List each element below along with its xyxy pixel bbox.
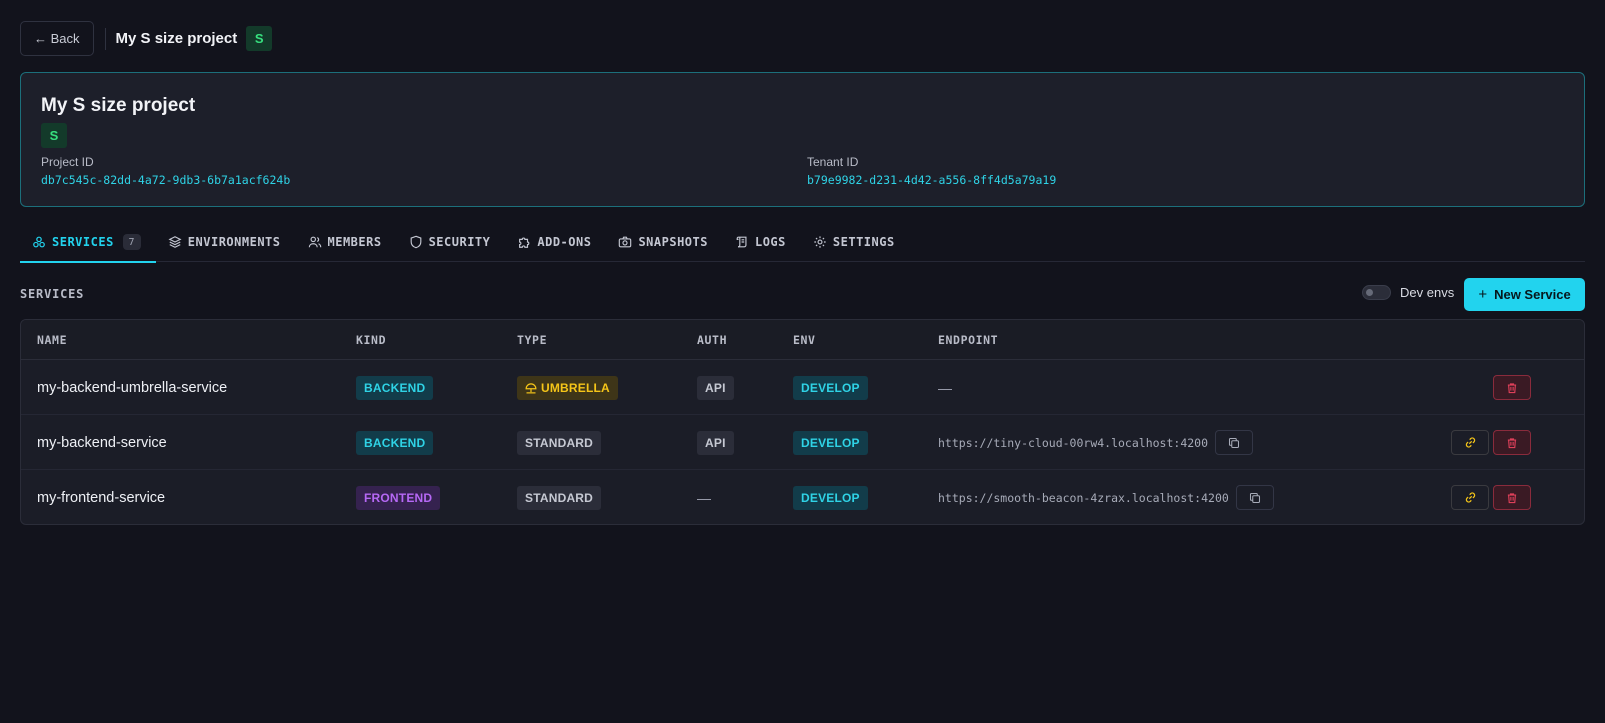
tab-label: LOGS bbox=[754, 235, 786, 249]
tab-services[interactable]: SERVICES 7 bbox=[20, 222, 156, 263]
endpoint-url[interactable]: https://tiny-cloud-00rw4.localhost:4200 bbox=[938, 436, 1208, 450]
tenant-id-block: Tenant ID b79e9982-d231-4d42-a556-8ff4d5… bbox=[807, 155, 1056, 187]
column-header-kind: KIND bbox=[356, 333, 387, 347]
open-link-button[interactable] bbox=[1451, 485, 1489, 510]
auth-badge: API bbox=[697, 375, 734, 400]
project-size-badge: S bbox=[41, 123, 67, 148]
tab-label: ADD-ONS bbox=[537, 235, 592, 249]
env-badge: DEVELOP bbox=[793, 485, 868, 510]
type-badge: UMBRELLA bbox=[517, 375, 618, 400]
dev-envs-toggle[interactable]: Dev envs bbox=[1362, 285, 1454, 300]
column-header-env: ENV bbox=[793, 333, 816, 347]
tab-label: SETTINGS bbox=[832, 235, 895, 249]
tab-add-ons[interactable]: ADD-ONS bbox=[505, 222, 606, 262]
umbrella-icon bbox=[525, 382, 537, 393]
toggle-switch[interactable] bbox=[1362, 285, 1391, 300]
tab-snapshots[interactable]: SNAPSHOTS bbox=[606, 222, 723, 262]
tab-logs[interactable]: LOGS bbox=[723, 222, 801, 262]
trash-icon bbox=[1507, 437, 1517, 448]
services-table: NAME KIND TYPE AUTH ENV ENDPOINT my-back… bbox=[20, 319, 1585, 525]
table-header: NAME KIND TYPE AUTH ENV ENDPOINT bbox=[21, 320, 1584, 360]
type-badge: STANDARD bbox=[517, 430, 602, 455]
project-id-label: Project ID bbox=[41, 155, 94, 169]
copy-endpoint-button[interactable] bbox=[1235, 485, 1274, 510]
type-label: UMBRELLA bbox=[541, 380, 610, 395]
env-badge: DEVELOP bbox=[793, 375, 868, 400]
kind-badge: FRONTEND bbox=[356, 485, 441, 510]
copy-icon bbox=[1229, 437, 1240, 448]
tab-members[interactable]: MEMBERS bbox=[296, 222, 397, 262]
auth-empty: — bbox=[697, 489, 711, 506]
table-row[interactable]: my-frontend-service FRONTEND STANDARD — … bbox=[21, 470, 1584, 524]
page-title: My S size project bbox=[115, 30, 238, 47]
shield-icon bbox=[410, 235, 421, 249]
users-icon bbox=[308, 236, 321, 248]
copy-icon bbox=[1249, 492, 1260, 503]
service-name[interactable]: my-backend-service bbox=[37, 435, 167, 451]
tab-label: MEMBERS bbox=[327, 235, 382, 249]
env-badge: DEVELOP bbox=[793, 430, 868, 455]
type-badge: STANDARD bbox=[517, 485, 602, 510]
open-link-button[interactable] bbox=[1451, 430, 1489, 455]
link-icon bbox=[1465, 492, 1475, 503]
tab-label: SECURITY bbox=[428, 235, 491, 249]
trash-icon bbox=[1507, 382, 1517, 393]
new-service-label: New Service bbox=[1494, 287, 1571, 302]
project-info-card: My S size project S Project ID db7c545c-… bbox=[20, 72, 1585, 207]
link-icon bbox=[1465, 437, 1475, 448]
services-icon bbox=[33, 236, 45, 248]
delete-service-button[interactable] bbox=[1493, 430, 1531, 455]
camera-icon bbox=[619, 236, 632, 248]
endpoint-url[interactable]: https://smooth-beacon-4zrax.localhost:42… bbox=[938, 491, 1229, 505]
auth-badge: API bbox=[697, 430, 734, 455]
puzzle-icon bbox=[519, 237, 530, 248]
tenant-id-label: Tenant ID bbox=[807, 155, 859, 169]
layers-icon bbox=[168, 236, 182, 248]
plus-icon: + bbox=[1478, 286, 1488, 303]
project-tabs: SERVICES 7 ENVIRONMENTS MEMBERS SECURITY… bbox=[20, 222, 1585, 263]
delete-service-button[interactable] bbox=[1493, 375, 1531, 400]
delete-service-button[interactable] bbox=[1493, 485, 1531, 510]
top-bar: ← Back My S size project S bbox=[20, 21, 273, 56]
project-name: My S size project bbox=[41, 95, 196, 116]
new-service-button[interactable]: + New Service bbox=[1464, 278, 1585, 311]
tab-label: SERVICES bbox=[52, 235, 114, 249]
tab-label: SNAPSHOTS bbox=[638, 235, 708, 249]
services-count-badge: 7 bbox=[122, 234, 141, 250]
trash-icon bbox=[1507, 492, 1517, 503]
endpoint-empty: — bbox=[938, 379, 952, 396]
project-id-value[interactable]: db7c545c-82dd-4a72-9db3-6b7a1acf624b bbox=[41, 173, 290, 187]
column-header-name: NAME bbox=[37, 333, 68, 347]
kind-badge: BACKEND bbox=[356, 430, 434, 455]
scroll-icon bbox=[736, 236, 747, 248]
tab-label: ENVIRONMENTS bbox=[187, 235, 281, 249]
copy-endpoint-button[interactable] bbox=[1215, 430, 1254, 455]
table-row[interactable]: my-backend-umbrella-service BACKEND UMBR… bbox=[21, 360, 1584, 415]
size-badge: S bbox=[246, 26, 273, 51]
tenant-id-value[interactable]: b79e9982-d231-4d42-a556-8ff4d5a79a19 bbox=[807, 173, 1056, 187]
column-header-auth: AUTH bbox=[697, 333, 728, 347]
service-name[interactable]: my-backend-umbrella-service bbox=[37, 380, 227, 396]
column-header-type: TYPE bbox=[517, 333, 548, 347]
dev-envs-label: Dev envs bbox=[1400, 285, 1455, 300]
column-header-endpoint: ENDPOINT bbox=[938, 333, 999, 347]
services-section-title: SERVICES bbox=[20, 287, 85, 301]
tab-settings[interactable]: SETTINGS bbox=[801, 222, 910, 262]
divider bbox=[104, 27, 106, 50]
kind-badge: BACKEND bbox=[356, 375, 434, 400]
service-name[interactable]: my-frontend-service bbox=[37, 490, 165, 506]
tab-security[interactable]: SECURITY bbox=[397, 222, 506, 262]
tab-environments[interactable]: ENVIRONMENTS bbox=[156, 222, 296, 262]
back-button[interactable]: ← Back bbox=[20, 21, 94, 56]
gear-icon bbox=[814, 236, 826, 248]
table-row[interactable]: my-backend-service BACKEND STANDARD API … bbox=[21, 415, 1584, 470]
project-id-block: Project ID db7c545c-82dd-4a72-9db3-6b7a1… bbox=[41, 155, 290, 187]
